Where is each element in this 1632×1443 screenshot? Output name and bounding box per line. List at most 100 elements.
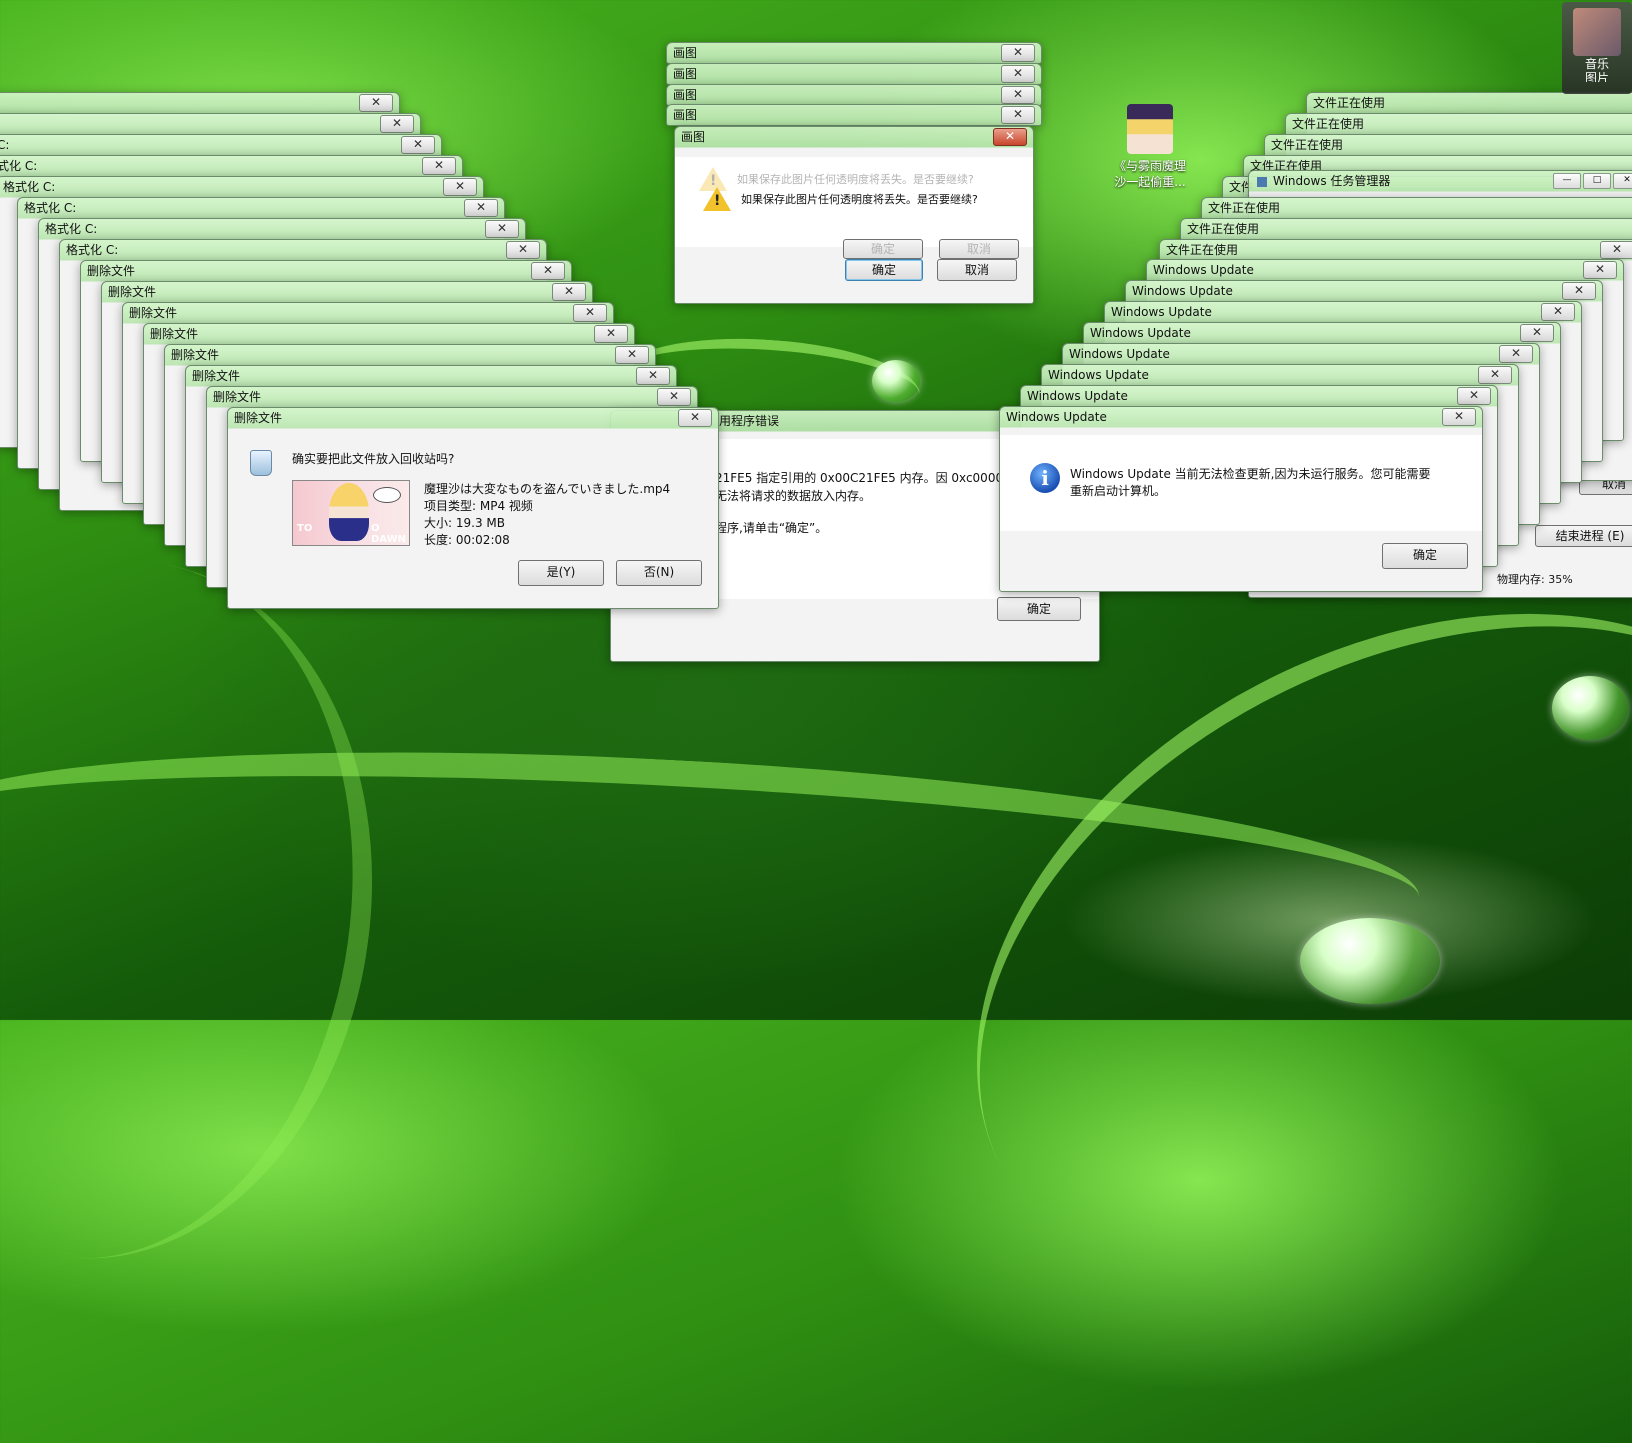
- close-icon[interactable]: ✕: [678, 409, 712, 427]
- window-title: 文件正在使用: [1313, 96, 1386, 110]
- window-title: 文件正在使用: [1166, 243, 1239, 257]
- desktop-shortcut-marisa[interactable]: 《与雾雨魔理 沙一起偷重...: [1104, 104, 1196, 190]
- close-icon[interactable]: ✕: [615, 346, 649, 364]
- ok-button[interactable]: 确定: [1382, 543, 1468, 569]
- close-icon[interactable]: ✕: [1001, 44, 1035, 62]
- window-title: 删除文件: [234, 411, 283, 425]
- close-icon[interactable]: ✕: [1001, 86, 1035, 104]
- music-label: 音乐: [1584, 57, 1609, 71]
- close-icon[interactable]: ✕: [594, 325, 628, 343]
- window-title: Windows Update: [1111, 305, 1212, 319]
- water-drop: [1300, 918, 1440, 1004]
- video-thumbnail: TO O DAWN: [292, 480, 410, 546]
- dialog-body: ! 如果保存此图片任何透明度将丢失。是否要继续? ! 如果保存此图片任何透明度将…: [675, 157, 1033, 247]
- paint-window[interactable]: 画图 ✕: [666, 104, 1042, 126]
- close-icon[interactable]: ✕: [464, 199, 498, 217]
- desktop-gadget-music[interactable]: 音乐 图片: [1562, 2, 1632, 94]
- close-icon[interactable]: ✕: [485, 220, 519, 238]
- close-icon[interactable]: ✕: [1600, 241, 1632, 259]
- window-title: Windows Update: [1153, 263, 1254, 277]
- window-title: Windows Update: [1027, 389, 1128, 403]
- window-title: Windows Update: [1132, 284, 1233, 298]
- paint-window[interactable]: 画图 ✕: [666, 42, 1042, 64]
- dialog-message: 如果保存此图片任何透明度将丢失。是否要继续?: [741, 193, 978, 206]
- close-icon[interactable]: ✕: [1499, 345, 1533, 363]
- error-line-3: 程序,请单击“确定”。: [715, 521, 828, 535]
- delete-file-dialog[interactable]: 删除文件 ✕ 确实要把此文件放入回收站吗? TO O DAWN 魔理沙は大変なも…: [227, 407, 719, 609]
- paint-confirm-dialog[interactable]: 画图 ✕ ! 如果保存此图片任何透明度将丢失。是否要继续? ! 如果保存此图片任…: [674, 126, 1034, 304]
- close-icon[interactable]: ✕: [443, 178, 477, 196]
- window-title: 删除文件: [192, 369, 241, 383]
- window-title: 画图: [681, 130, 706, 144]
- water-drop: [1552, 676, 1628, 740]
- close-icon[interactable]: ✕: [993, 128, 1027, 146]
- close-icon[interactable]: ✕: [1001, 106, 1035, 124]
- window-title: Windows Update: [1090, 326, 1191, 340]
- window-title: 格式化 C:: [45, 222, 98, 236]
- window-title: 删除文件: [87, 264, 136, 278]
- no-button[interactable]: 否(N): [616, 560, 702, 586]
- close-icon[interactable]: ✕: [359, 94, 393, 112]
- close-icon[interactable]: ✕: [1562, 282, 1596, 300]
- close-icon[interactable]: ✕: [1001, 65, 1035, 83]
- window-title: 删除文件: [213, 390, 262, 404]
- marisa-icon: [1127, 104, 1173, 154]
- end-process-button[interactable]: 结束进程 (E): [1535, 525, 1632, 547]
- cancel-button[interactable]: 取消: [937, 259, 1017, 281]
- close-icon[interactable]: ✕: [1583, 261, 1617, 279]
- window-title: 格式化 C:: [66, 243, 119, 257]
- confirm-question: 确实要把此文件放入回收站吗?: [292, 452, 455, 466]
- ghost-ok-button: 确定: [843, 239, 923, 259]
- thumbnail-speech-bubble: [373, 487, 401, 503]
- grass-blade: [0, 720, 1425, 996]
- warning-icon: !: [703, 187, 731, 211]
- shortcut-label-line-1: 《与雾雨魔理: [1113, 159, 1186, 173]
- window-title: Windows Update: [1006, 410, 1107, 424]
- window-title: Windows Update: [1069, 347, 1170, 361]
- window-title: C:: [0, 138, 10, 152]
- close-icon[interactable]: ✕: [657, 388, 691, 406]
- window-title: 删除文件: [171, 348, 220, 362]
- window-title: 格式化 C:: [24, 201, 77, 215]
- close-icon[interactable]: ✕: [573, 304, 607, 322]
- close-icon[interactable]: ✕: [1613, 173, 1632, 189]
- close-icon[interactable]: ✕: [1541, 303, 1575, 321]
- close-icon[interactable]: ✕: [1478, 366, 1512, 384]
- grass-blade: [0, 527, 417, 1293]
- ghost-message: 如果保存此图片任何透明度将丢失。是否要继续?: [737, 173, 974, 186]
- close-icon[interactable]: ✕: [506, 241, 540, 259]
- close-icon[interactable]: ✕: [380, 115, 414, 133]
- paint-window[interactable]: 画图 ✕: [666, 84, 1042, 106]
- window-title: 文件正在使用: [1208, 201, 1281, 215]
- window-title: [0, 114, 420, 134]
- thumbnail-character: [329, 483, 369, 541]
- window-title: [0, 93, 399, 113]
- close-icon[interactable]: ✕: [1442, 408, 1476, 426]
- close-icon[interactable]: ✕: [636, 367, 670, 385]
- ok-button[interactable]: 确定: [997, 597, 1081, 621]
- minimize-icon[interactable]: —: [1553, 173, 1581, 189]
- close-icon[interactable]: ✕: [1457, 387, 1491, 405]
- task-manager-icon: [1257, 176, 1267, 187]
- ok-button[interactable]: 确定: [845, 259, 923, 281]
- update-message-line-1: Windows Update 当前无法检查更新,因为未运行服务。您可能需要: [1070, 467, 1431, 481]
- window-title: 删除文件: [150, 327, 199, 341]
- window-title: 删除文件: [129, 306, 178, 320]
- close-icon[interactable]: ✕: [1520, 324, 1554, 342]
- windows-update-dialog[interactable]: Windows Update ✕ i Windows Update 当前无法检查…: [999, 406, 1483, 592]
- ghost-cancel-button: 取消: [939, 239, 1019, 259]
- yes-button[interactable]: 是(Y): [518, 560, 604, 586]
- maximize-icon[interactable]: □: [1583, 173, 1611, 189]
- file-size: 大小: 19.3 MB: [424, 516, 505, 530]
- close-icon[interactable]: ✕: [401, 136, 435, 154]
- file-duration: 长度: 00:02:08: [424, 533, 510, 547]
- window-title: 文件正在使用: [1271, 138, 1344, 152]
- close-icon[interactable]: ✕: [552, 283, 586, 301]
- paint-window[interactable]: 画图 ✕: [666, 63, 1042, 85]
- window-title: 文件正在使用: [1292, 117, 1365, 131]
- close-icon[interactable]: ✕: [531, 262, 565, 280]
- music-icon: [1573, 8, 1621, 56]
- close-icon[interactable]: ✕: [422, 157, 456, 175]
- file-name: 魔理沙は大変なものを盗んでいきました.mp4: [424, 482, 671, 496]
- window-title: 画图: [673, 108, 698, 122]
